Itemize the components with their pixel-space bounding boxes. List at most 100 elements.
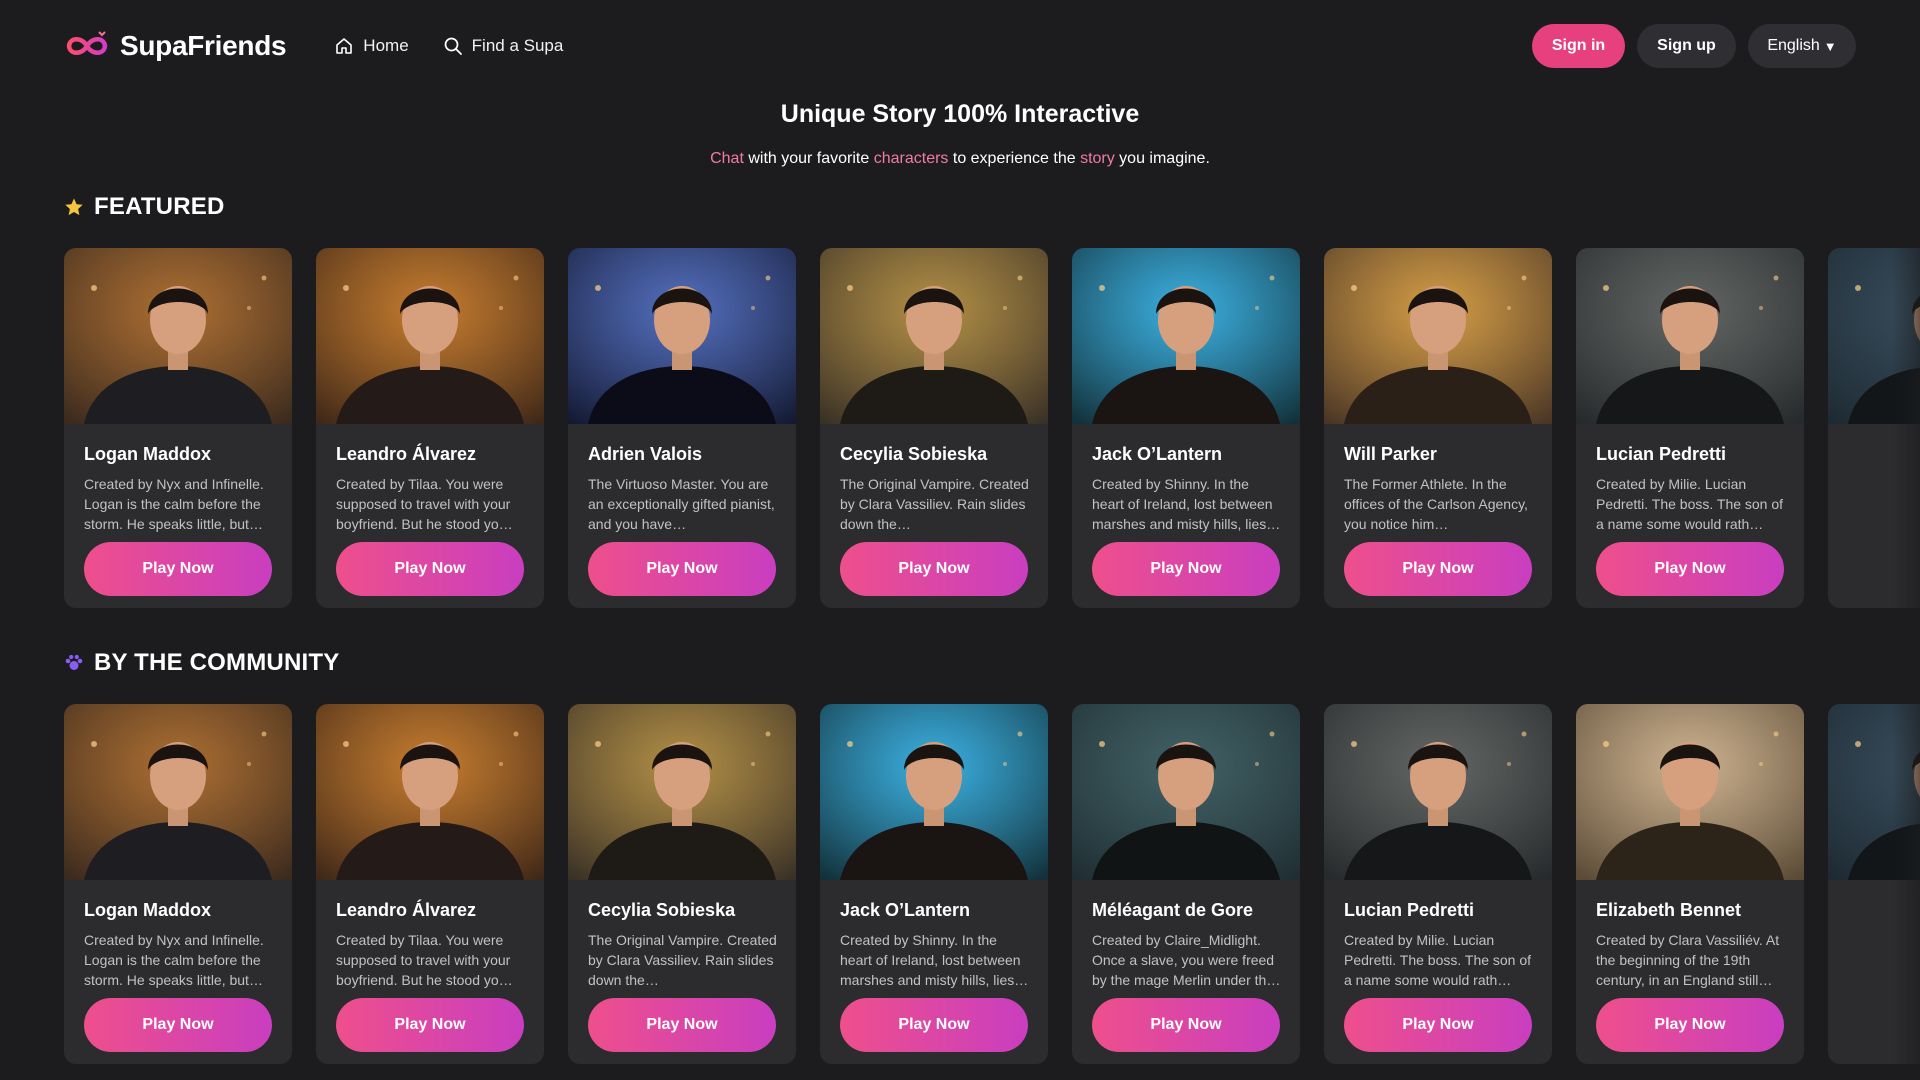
character-name: Logan Maddox <box>84 900 211 920</box>
character-name: Méléagant de Gore <box>1092 900 1254 920</box>
character-card[interactable]: Adrien Valois The Virtuoso Master. You ar… <box>568 248 796 608</box>
search-icon <box>444 37 462 55</box>
character-name: Jack O’Lantern <box>1092 444 1223 464</box>
character-description: The Original Vampire. Created by Clara V… <box>588 932 777 988</box>
character-portrait[interactable] <box>1828 704 1920 880</box>
character-description: Created by Tilaa. You were supposed to t… <box>336 932 513 988</box>
character-portrait[interactable] <box>1072 248 1300 424</box>
character-portrait[interactable] <box>64 704 292 880</box>
character-card[interactable]: Cecylia Sobieska The Original Vampire. Cr… <box>820 248 1048 608</box>
character-card[interactable]: Cecylia Sobieska The Original Vampire. Cr… <box>568 704 796 1064</box>
play-now-button[interactable]: Play Now <box>1596 542 1784 596</box>
play-now-button[interactable]: Play Now <box>1092 998 1280 1052</box>
play-now-button[interactable]: Play Now <box>588 542 776 596</box>
character-portrait[interactable] <box>820 248 1048 424</box>
character-description: Created by Tilaa. You were supposed to t… <box>336 476 513 532</box>
character-portrait[interactable] <box>316 704 544 880</box>
play-now-button[interactable]: Play Now <box>840 542 1028 596</box>
character-name: Will Parker <box>1344 444 1437 464</box>
character-card[interactable]: Méléagant de Gore Created by Claire_Midli… <box>1072 704 1300 1064</box>
play-now-button[interactable]: Play Now <box>336 998 524 1052</box>
character-description: The Virtuoso Master. You are an exceptio… <box>588 476 775 532</box>
character-description: Created by Milie. Lucian Pedretti. The b… <box>1344 932 1532 988</box>
play-now-button[interactable]: Play Now <box>84 998 272 1052</box>
character-portrait[interactable] <box>1072 704 1300 880</box>
character-portrait[interactable] <box>316 248 544 424</box>
play-now-button[interactable]: Play Now <box>588 998 776 1052</box>
character-name: Cecylia Sobieska <box>588 900 736 920</box>
sign-in-button[interactable]: Sign in <box>1532 24 1625 68</box>
character-portrait[interactable] <box>568 248 796 424</box>
character-name: Logan Maddox <box>84 444 211 464</box>
featured-carousel[interactable]: Logan Maddox Created by Nyx and Infinelle… <box>64 248 1920 608</box>
character-description: Created by Nyx and Infinelle. Logan is t… <box>84 476 264 532</box>
community-paw-icon <box>65 654 83 670</box>
character-card[interactable]: Logan Maddox Created by Nyx and Infinelle… <box>64 248 292 608</box>
character-card[interactable]: Elizabeth Bennet Created by Clara Vassili… <box>1576 704 1804 1064</box>
hero-word-chat: Chat <box>710 150 744 167</box>
infinity-heart-logo-icon <box>66 31 108 55</box>
play-now-button[interactable]: Play Now <box>1596 998 1784 1052</box>
character-portrait[interactable] <box>1828 248 1920 424</box>
sign-up-button[interactable]: Sign up <box>1637 24 1736 68</box>
character-portrait[interactable] <box>568 704 796 880</box>
nav-find-label: Find a Supa <box>471 36 564 55</box>
character-card[interactable]: Lucian Pedretti Created by Milie. Lucian … <box>1576 248 1804 608</box>
character-name: Jack O’Lantern <box>840 900 971 920</box>
hero-title: Unique Story 100% Interactive <box>780 100 1140 128</box>
hero-word-characters: characters <box>873 150 949 167</box>
character-name: Leandro Álvarez <box>336 900 477 920</box>
brand-name: SupaFriends <box>120 30 287 61</box>
character-portrait[interactable] <box>1324 704 1552 880</box>
caret-down-icon: ▼ <box>1823 38 1837 54</box>
character-card[interactable]: Jack O’Lantern Created by Shinny. In the … <box>820 704 1048 1064</box>
character-card[interactable]: Lucian Pedretti Created by Milie. Lucian … <box>1324 704 1552 1064</box>
character-portrait[interactable] <box>1576 248 1804 424</box>
hero-text: with your favorite <box>743 150 874 167</box>
play-now-button[interactable]: Play Now <box>1344 542 1532 596</box>
page: SupaFriends Home Find a Supa Sign in Sig… <box>0 0 1920 1080</box>
character-name: Leandro Álvarez <box>336 444 477 464</box>
nav-home-label: Home <box>363 36 409 55</box>
home-icon <box>336 38 353 54</box>
character-portrait[interactable] <box>1324 248 1552 424</box>
community-carousel[interactable]: Logan Maddox Created by Nyx and Infinelle… <box>64 704 1920 1064</box>
play-now-button[interactable]: Play Now <box>1344 998 1532 1052</box>
character-card-partial[interactable] <box>1828 248 1920 608</box>
character-portrait[interactable] <box>820 704 1048 880</box>
play-now-button[interactable]: Play Now <box>1092 542 1280 596</box>
featured-title: FEATURED <box>94 193 225 220</box>
star-icon <box>65 198 83 216</box>
language-select[interactable]: English ▼ <box>1748 24 1856 68</box>
character-card[interactable]: Will Parker The Former Athlete. In the of… <box>1324 248 1552 608</box>
hero-text: to experience the <box>948 150 1081 167</box>
auth-controls: Sign in Sign up English ▼ <box>1532 24 1856 68</box>
character-description: The Original Vampire. Created by Clara V… <box>840 476 1029 532</box>
play-now-button[interactable]: Play Now <box>84 542 272 596</box>
brand-logo[interactable]: SupaFriends <box>64 29 287 63</box>
character-description: Created by Shinny. In the heart of Irela… <box>840 932 1029 988</box>
nav-home[interactable]: Home <box>334 36 409 56</box>
character-description: Created by Shinny. In the heart of Irela… <box>1092 476 1281 532</box>
character-name: Lucian Pedretti <box>1596 444 1727 464</box>
character-card[interactable]: Logan Maddox Created by Nyx and Infinelle… <box>64 704 292 1064</box>
community-heading: BY THE COMMUNITY <box>64 649 339 677</box>
character-description: The Former Athlete. In the offices of th… <box>1344 476 1528 532</box>
community-title: BY THE COMMUNITY <box>94 649 340 676</box>
character-portrait[interactable] <box>1576 704 1804 880</box>
character-card-partial[interactable] <box>1828 704 1920 1064</box>
character-name: Elizabeth Bennet <box>1596 900 1742 920</box>
nav-find-a-supa[interactable]: Find a Supa <box>443 36 564 56</box>
character-description: Created by Milie. Lucian Pedretti. The b… <box>1596 476 1784 532</box>
hero-word-story: story <box>1080 150 1115 167</box>
character-name: Adrien Valois <box>588 444 703 464</box>
character-description: Created by Claire_Midlight. Once a slave… <box>1092 932 1281 988</box>
character-description: Created by Clara Vassiliév. At the begin… <box>1596 932 1780 988</box>
character-portrait[interactable] <box>64 248 292 424</box>
language-label: English <box>1767 37 1820 54</box>
play-now-button[interactable]: Play Now <box>840 998 1028 1052</box>
character-card[interactable]: Jack O’Lantern Created by Shinny. In the … <box>1072 248 1300 608</box>
character-card[interactable]: Leandro Álvarez Created by Tilaa. You wer… <box>316 704 544 1064</box>
character-card[interactable]: Leandro Álvarez Created by Tilaa. You wer… <box>316 248 544 608</box>
play-now-button[interactable]: Play Now <box>336 542 524 596</box>
